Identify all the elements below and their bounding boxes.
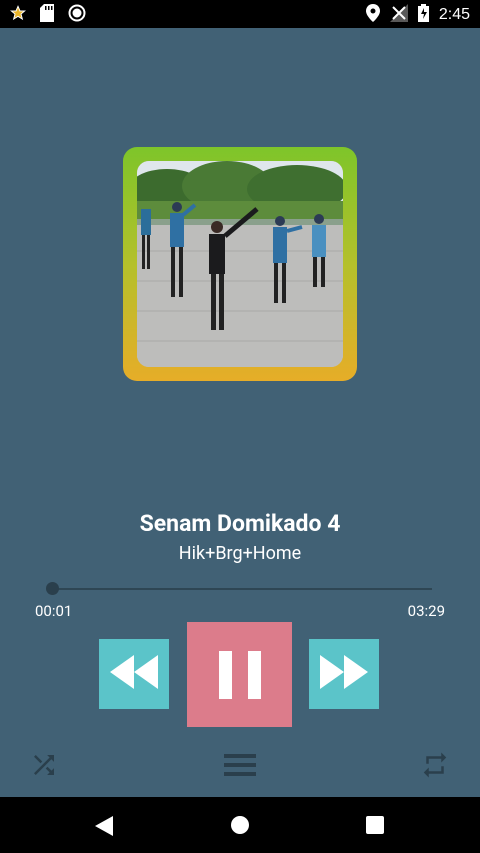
- album-art-frame: [123, 147, 357, 381]
- total-time: 03:29: [407, 602, 445, 620]
- navigation-bar: [0, 797, 480, 853]
- recents-icon[interactable]: [366, 816, 384, 838]
- rewind-icon: [110, 655, 158, 693]
- playlist-button[interactable]: [224, 750, 256, 784]
- sd-card-icon: [40, 4, 54, 26]
- track-artist: Hik+Brg+Home: [178, 543, 302, 564]
- seek-bar[interactable]: [48, 588, 432, 590]
- battery-charging-icon: [417, 4, 429, 26]
- circle-icon: [68, 4, 86, 26]
- status-time: 2:45: [438, 6, 470, 23]
- star-icon: [9, 5, 27, 25]
- rewind-button[interactable]: [99, 639, 169, 709]
- repeat-button[interactable]: [420, 750, 450, 784]
- album-art: [137, 161, 343, 367]
- shuffle-icon: [29, 755, 59, 784]
- pause-icon: [211, 650, 269, 699]
- repeat-icon: [420, 752, 450, 784]
- fast-forward-icon: [320, 655, 368, 693]
- back-icon[interactable]: [95, 816, 113, 840]
- seek-thumb[interactable]: [46, 582, 60, 595]
- no-signal-icon: [389, 4, 408, 26]
- pause-button[interactable]: [187, 622, 292, 727]
- status-bar: 2:45: [0, 0, 480, 28]
- shuffle-button[interactable]: [29, 750, 59, 784]
- playlist-icon: [224, 754, 256, 784]
- fast-forward-button[interactable]: [309, 639, 379, 709]
- home-icon[interactable]: [230, 815, 250, 839]
- track-title: Senam Domikado 4: [139, 510, 341, 537]
- current-time: 00:01: [35, 602, 73, 620]
- location-icon: [365, 4, 380, 26]
